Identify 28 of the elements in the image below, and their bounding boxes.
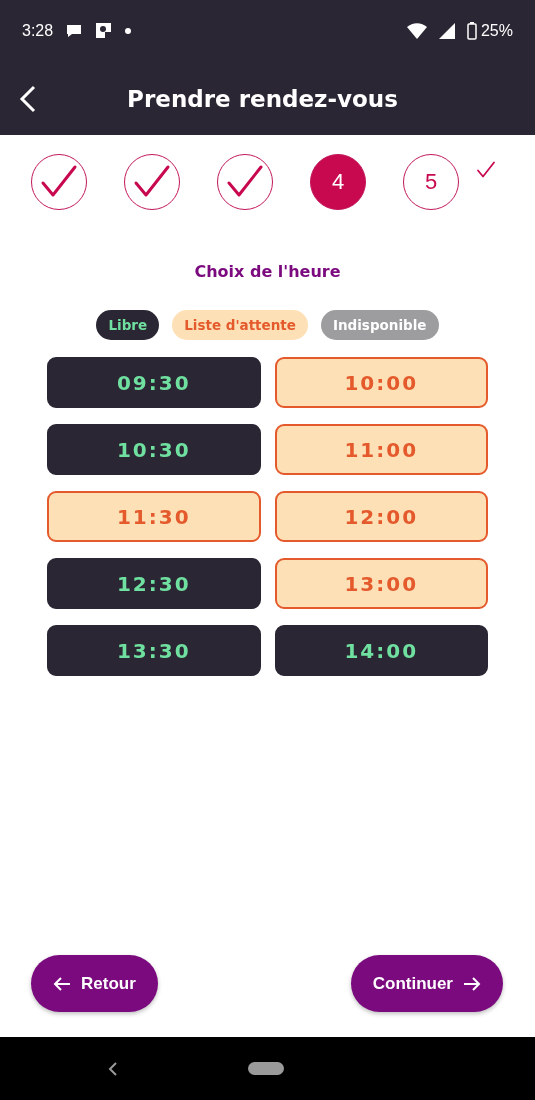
- time-slot-button[interactable]: 13:30: [47, 625, 261, 676]
- chat-icon: [65, 23, 84, 39]
- wifi-icon: [406, 23, 427, 39]
- arrow-left-icon: [53, 975, 71, 992]
- section-title: Choix de l'heure: [193, 262, 342, 281]
- battery-level: 25%: [480, 22, 513, 40]
- legend-chip: Indisponible: [320, 310, 439, 340]
- back-icon[interactable]: [18, 84, 38, 113]
- step-current: 4: [310, 154, 366, 210]
- nav-back-icon[interactable]: [108, 1061, 118, 1076]
- legend-chip: Liste d'attente: [172, 310, 308, 340]
- battery-icon: [466, 22, 477, 40]
- screen-title: Prendre rendez-vous: [127, 85, 399, 112]
- time-slot-button[interactable]: 10:30: [47, 424, 261, 475]
- time-slot-button[interactable]: 14:00: [274, 625, 488, 676]
- signal-icon: [438, 23, 455, 39]
- status-time: 3:28: [22, 22, 54, 40]
- time-slot-button[interactable]: 09:30: [47, 357, 261, 408]
- check-icon: [476, 160, 496, 180]
- dot-icon: [125, 28, 132, 34]
- continue-button[interactable]: Continuer: [350, 955, 503, 1012]
- back-button[interactable]: Retour: [31, 955, 158, 1012]
- legend-chip: Libre: [96, 310, 160, 340]
- time-slot-button[interactable]: 12:30: [47, 558, 261, 609]
- home-handle[interactable]: [248, 1062, 284, 1075]
- step-upcoming: 5: [403, 154, 459, 210]
- arrow-right-icon: [463, 975, 481, 992]
- contact-icon: [95, 22, 114, 40]
